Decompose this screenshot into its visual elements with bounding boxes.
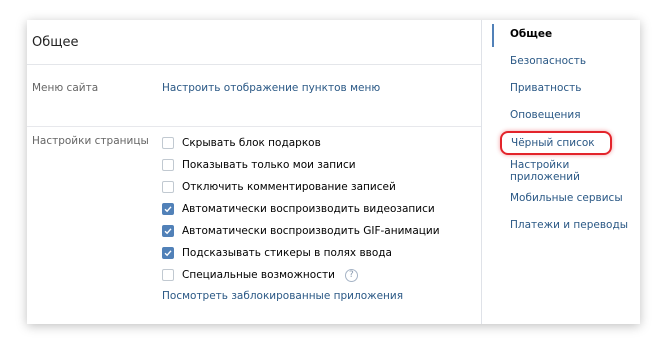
checkbox-checked[interactable] <box>162 247 174 259</box>
question-circle-icon[interactable]: ? <box>344 268 358 282</box>
page-settings-options: Скрывать блок подарков Показывать только… <box>162 132 440 286</box>
menu-row-label: Меню сайта <box>32 82 99 94</box>
nav-item-app-settings[interactable]: Настройки приложений <box>482 157 640 184</box>
settings-nav: Общее Безопасность Приватность Оповещени… <box>482 20 640 238</box>
option-autoplay-gif[interactable]: Автоматически воспроизводить GIF-анимаци… <box>162 220 440 242</box>
nav-item-general[interactable]: Общее <box>482 20 640 47</box>
divider <box>27 126 481 127</box>
checkbox[interactable] <box>162 181 174 193</box>
checkbox[interactable] <box>162 269 174 281</box>
nav-item-notifications[interactable]: Оповещения <box>482 101 640 128</box>
option-label: Подсказывать стикеры в полях ввода <box>182 247 392 259</box>
option-autoplay-video[interactable]: Автоматически воспроизводить видеозаписи <box>162 198 440 220</box>
option-suggest-stickers[interactable]: Подсказывать стикеры в полях ввода <box>162 242 440 264</box>
check-icon <box>164 250 172 257</box>
check-icon <box>164 206 172 213</box>
nav-item-blacklist[interactable]: Чёрный список <box>500 131 612 155</box>
checkbox-checked[interactable] <box>162 203 174 215</box>
option-label: Показывать только мои записи <box>182 159 356 171</box>
page-settings-label: Настройки страницы <box>32 135 149 147</box>
option-label: Специальные возможности <box>182 269 335 281</box>
option-hide-gifts[interactable]: Скрывать блок подарков <box>162 132 440 154</box>
settings-panel: Общее Меню сайта Настроить отображение п… <box>27 20 640 324</box>
nav-item-payments[interactable]: Платежи и переводы <box>482 211 640 238</box>
checkbox[interactable] <box>162 137 174 149</box>
checkbox-checked[interactable] <box>162 225 174 237</box>
check-icon <box>164 228 172 235</box>
configure-menu-link[interactable]: Настроить отображение пунктов меню <box>162 82 380 94</box>
nav-item-security[interactable]: Безопасность <box>482 47 640 74</box>
page-title: Общее <box>27 20 481 65</box>
checkbox[interactable] <box>162 159 174 171</box>
option-disable-comments[interactable]: Отключить комментирование записей <box>162 176 440 198</box>
option-only-my-posts[interactable]: Показывать только мои записи <box>162 154 440 176</box>
option-label: Автоматически воспроизводить GIF-анимаци… <box>182 225 440 237</box>
option-label: Отключить комментирование записей <box>182 181 396 193</box>
main-content: Общее Меню сайта Настроить отображение п… <box>27 20 482 324</box>
nav-item-mobile-services[interactable]: Мобильные сервисы <box>482 184 640 211</box>
option-label: Скрывать блок подарков <box>182 137 321 149</box>
nav-item-privacy[interactable]: Приватность <box>482 74 640 101</box>
option-accessibility[interactable]: Специальные возможности ? <box>162 264 440 286</box>
option-label: Автоматически воспроизводить видеозаписи <box>182 203 435 215</box>
blocked-apps-link[interactable]: Посмотреть заблокированные приложения <box>162 290 403 302</box>
